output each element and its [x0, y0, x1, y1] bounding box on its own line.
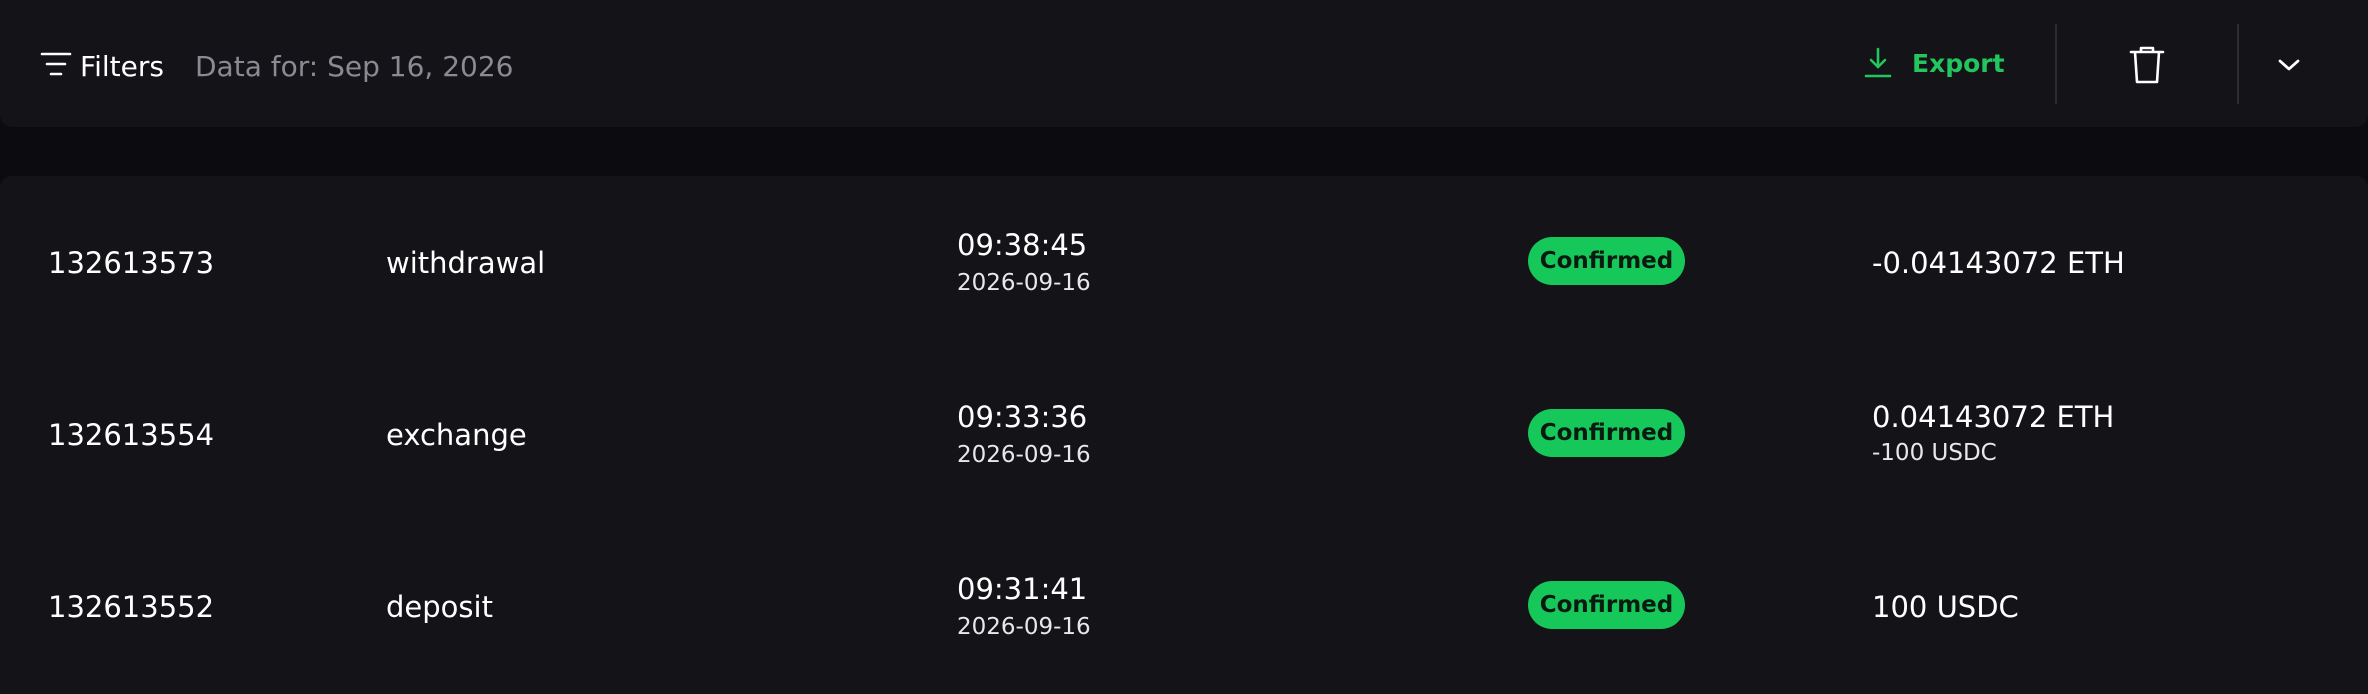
transaction-date: 2026-09-16 — [957, 442, 1091, 468]
amount-primary: -0.04143072 ETH — [1872, 246, 2125, 280]
transaction-type: exchange — [386, 418, 527, 452]
amount-primary: 100 USDC — [1872, 590, 2019, 624]
transaction-time: 09:33:36 — [957, 400, 1088, 434]
toolbar-divider — [2237, 24, 2239, 104]
transaction-amount: 100 USDC — [1872, 590, 2019, 624]
transaction-amount: 0.04143072 ETH -100 USDC — [1872, 400, 2114, 468]
amount-primary: 0.04143072 ETH — [1872, 400, 2115, 434]
date-label: Data for: Sep 16, 2026 — [195, 50, 514, 83]
transaction-datetime: 09:38:45 2026-09-16 — [957, 228, 1091, 298]
transaction-time: 09:38:45 — [957, 228, 1088, 262]
transaction-datetime: 09:31:41 2026-09-16 — [957, 572, 1091, 642]
export-button[interactable]: Export — [1864, 47, 2005, 79]
status-badge: Confirmed — [1528, 409, 1685, 457]
transaction-type: withdrawal — [386, 246, 546, 280]
table-row[interactable]: 132613573 withdrawal 09:38:45 2026-09-16… — [0, 176, 2368, 348]
toolbar: Filters Data for: Sep 16, 2026 Export — [0, 0, 2368, 127]
filter-icon — [40, 52, 72, 76]
transaction-id: 132613552 — [48, 590, 215, 624]
transaction-id: 132613573 — [48, 246, 215, 280]
status-badge: Confirmed — [1528, 237, 1685, 285]
transaction-date: 2026-09-16 — [957, 614, 1091, 640]
chevron-down-icon[interactable] — [2274, 55, 2304, 75]
transactions-table: 132613573 withdrawal 09:38:45 2026-09-16… — [0, 176, 2368, 694]
filters-label: Filters — [80, 49, 164, 83]
transaction-date: 2026-09-16 — [957, 270, 1091, 296]
filters-button[interactable]: Filters — [40, 48, 164, 84]
amount-secondary: -100 USDC — [1872, 440, 1997, 466]
toolbar-divider — [2055, 24, 2057, 104]
transaction-time: 09:31:41 — [957, 572, 1088, 606]
table-row[interactable]: 132613554 exchange 09:33:36 2026-09-16 C… — [0, 348, 2368, 520]
export-label: Export — [1912, 48, 2005, 78]
transaction-type: deposit — [386, 590, 493, 624]
table-row[interactable]: 132613552 deposit 09:31:41 2026-09-16 Co… — [0, 520, 2368, 692]
transaction-datetime: 09:33:36 2026-09-16 — [957, 400, 1091, 470]
status-badge: Confirmed — [1528, 581, 1685, 629]
transaction-id: 132613554 — [48, 418, 215, 452]
download-icon — [1864, 47, 1892, 78]
trash-icon[interactable] — [2128, 45, 2166, 85]
transaction-amount: -0.04143072 ETH — [1872, 246, 2125, 280]
